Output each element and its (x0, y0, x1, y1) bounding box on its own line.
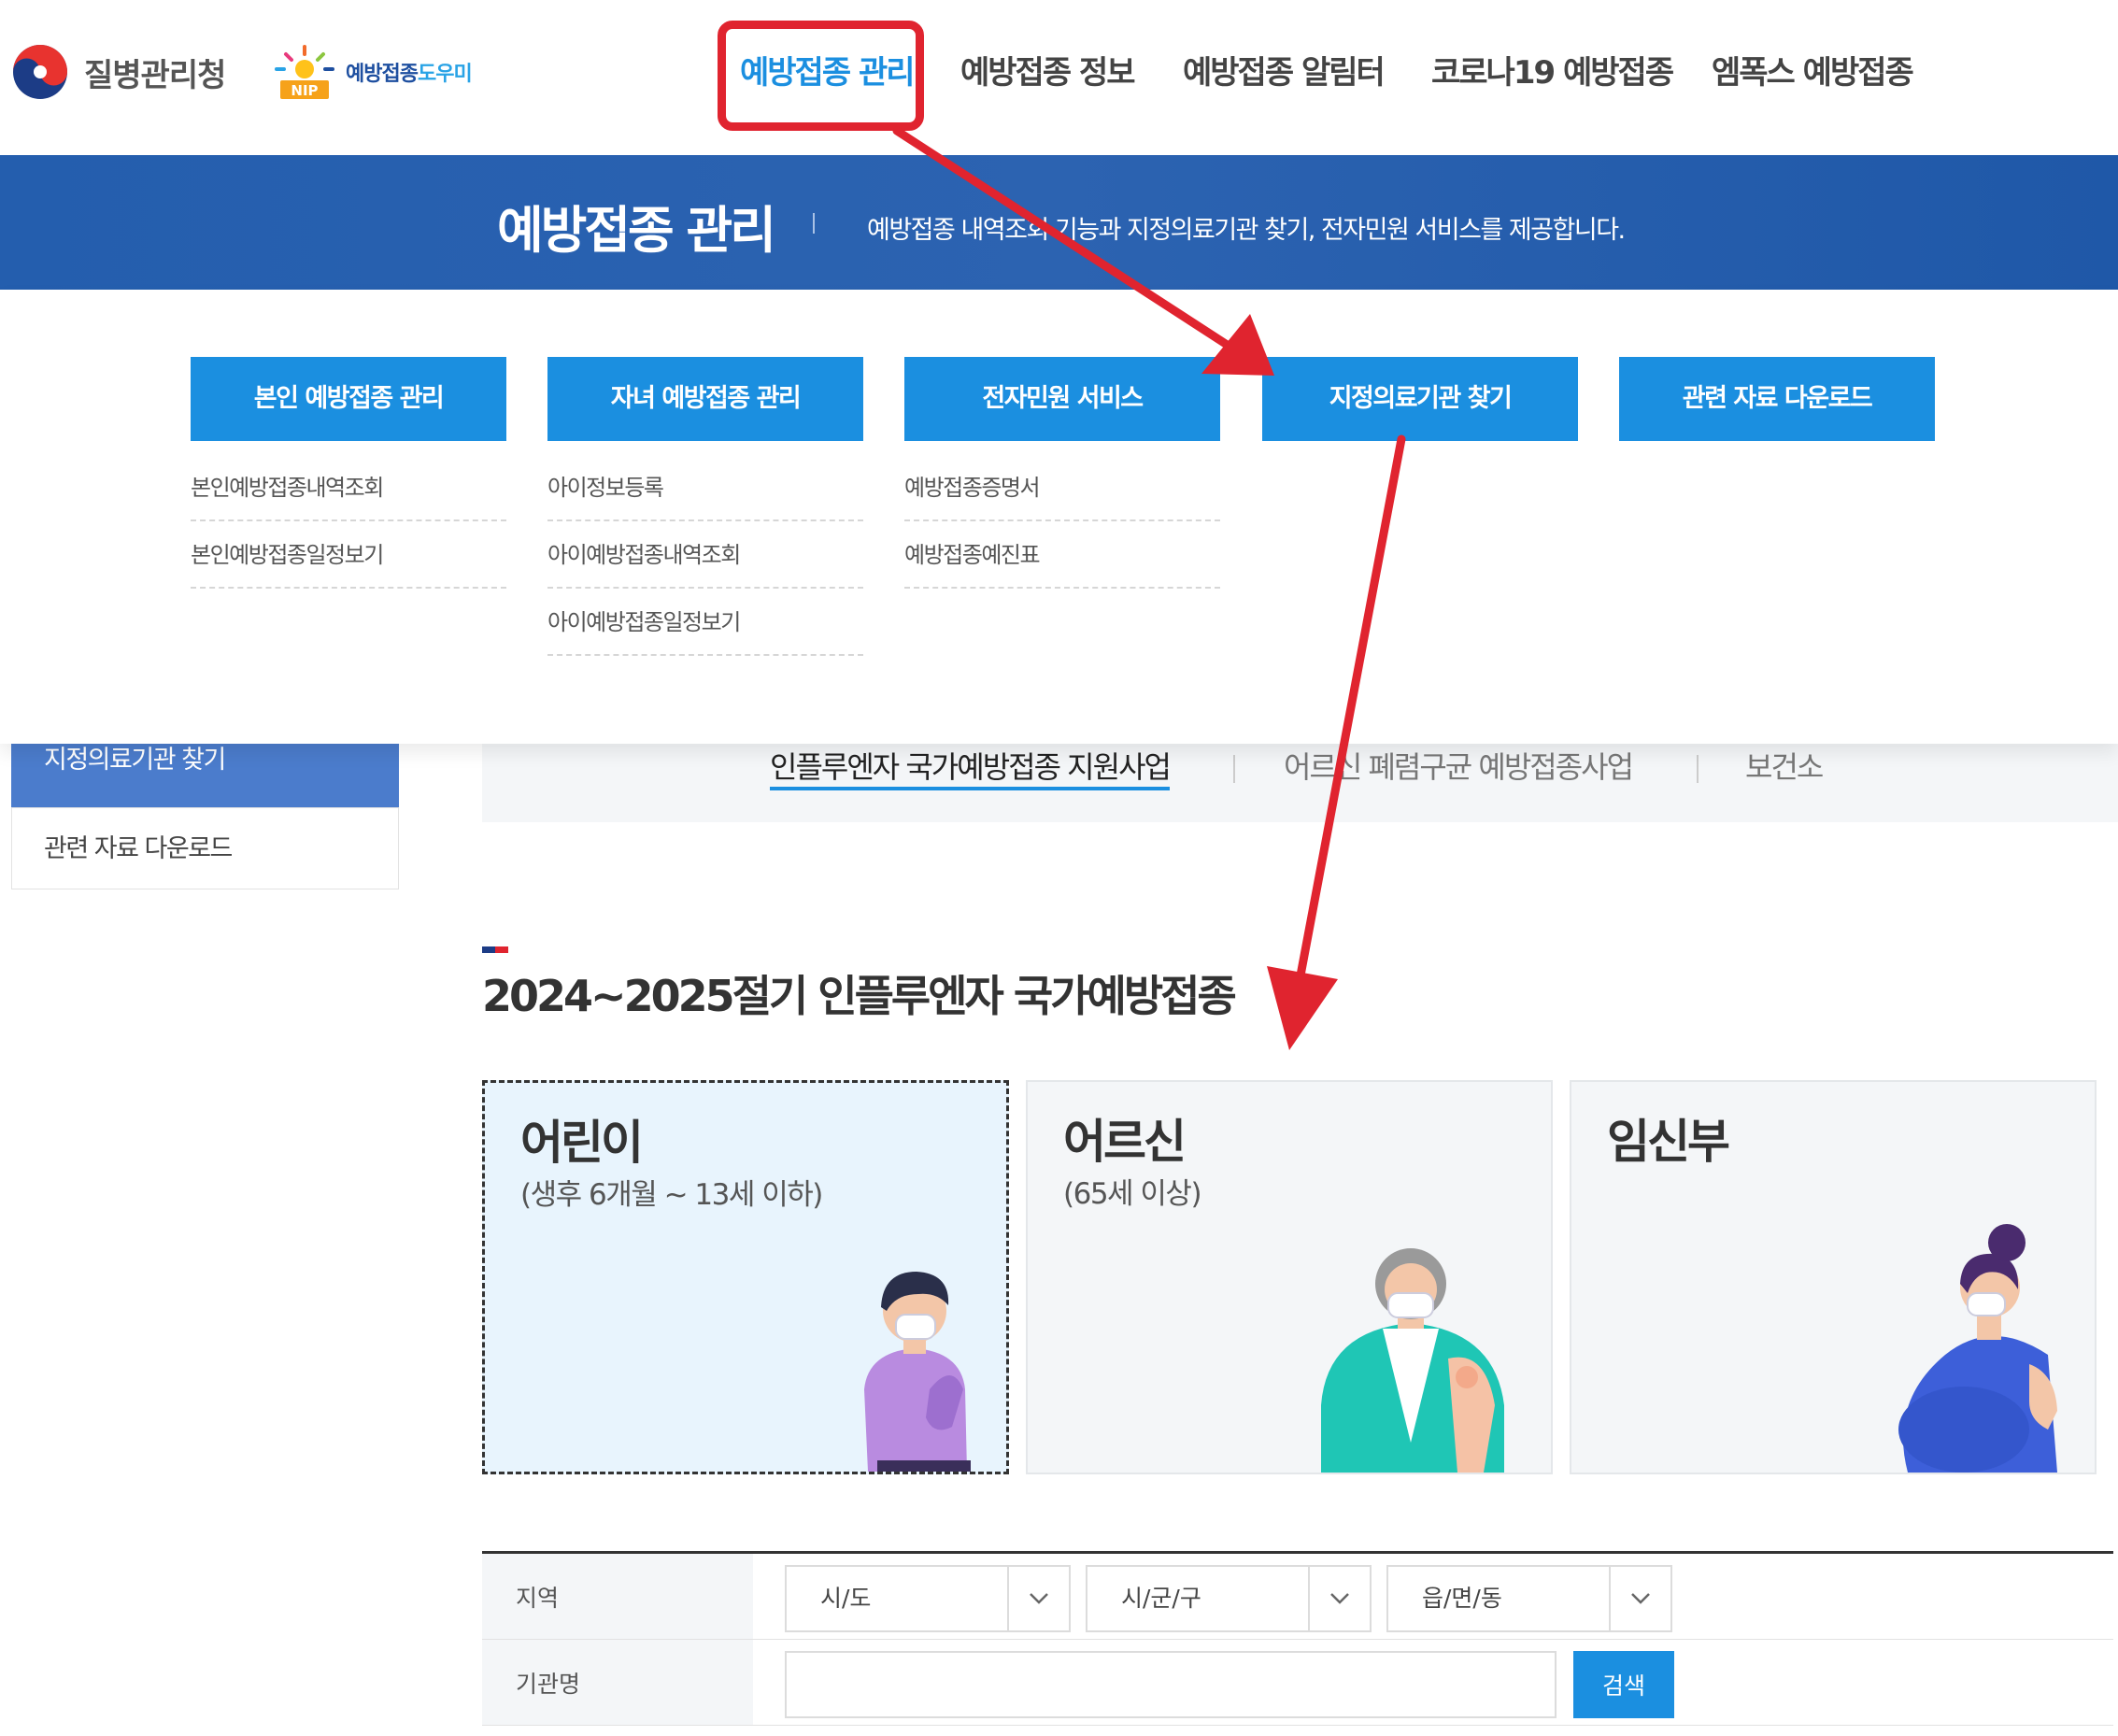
annotation-arrowhead (1267, 966, 1338, 1050)
tab-divider (1233, 755, 1235, 783)
title-decoration (482, 939, 508, 953)
sidebar-item-downloads[interactable]: 관련 자료 다운로드 (11, 807, 399, 889)
sigungu-select-value: 시/군/구 (1121, 1585, 1201, 1612)
menu-group-self: 본인 예방접종 관리 본인예방접종내역조회 본인예방접종일정보기 (191, 357, 506, 589)
sidebar-item-find-clinic[interactable]: 지정의료기관 찾기 (11, 744, 399, 807)
section-title: 2024~2025절기 인플루엔자 국가예방접종 (482, 971, 1237, 1021)
region-label: 지역 (482, 1554, 753, 1639)
annotation-highlight-box (718, 21, 924, 131)
menu-child-vaccination[interactable]: 자녀 예방접종 관리 (547, 357, 863, 441)
search-button[interactable]: 검색 (1573, 1651, 1674, 1718)
chevron-down-icon (1609, 1567, 1670, 1630)
clinic-search-form: 지역 시/도 시/군/구 읍/면/동 기관명 검색 (482, 1551, 2113, 1726)
tab-divider (1697, 755, 1699, 783)
program-tabs: 인플루엔자 국가예방접종 지원사업 어르신 폐렴구균 예방접종사업 보건소 (482, 744, 2118, 822)
menu-find-clinic[interactable]: 지정의료기관 찾기 (1262, 357, 1578, 441)
sido-select-value: 시/도 (820, 1585, 872, 1612)
gnb-vaccination-notice[interactable]: 예방접종 알림터 (1183, 47, 1386, 92)
institution-row: 기관명 검색 (482, 1640, 2113, 1726)
tab-influenza[interactable]: 인플루엔자 국가예방접종 지원사업 (770, 744, 1172, 790)
side-nav: 지정의료기관 찾기 관련 자료 다운로드 (11, 744, 399, 889)
menu-item-self-history[interactable]: 본인예방접종내역조회 (191, 454, 506, 521)
menu-group-find-clinic: 지정의료기관 찾기 (1262, 357, 1578, 441)
card-seniors[interactable]: 어르신 (65세 이상) (1026, 1080, 1553, 1474)
tab-health-center[interactable]: 보건소 (1745, 744, 1824, 787)
menu-item-questionnaire[interactable]: 예방접종예진표 (904, 521, 1220, 589)
tab-pneumococcal[interactable]: 어르신 폐렴구균 예방접종사업 (1284, 744, 1634, 787)
menu-item-child-register[interactable]: 아이정보등록 (547, 454, 863, 521)
card-title: 어린이 (520, 1116, 644, 1170)
pregnant-illustration-icon (1898, 1224, 2057, 1473)
chevron-down-icon (1007, 1567, 1069, 1630)
page-title: 예방접종 관리 (497, 201, 776, 260)
page-banner: 예방접종 관리 예방접종 내역조회 기능과 지정의료기관 찾기, 전자민원 서비… (0, 155, 2118, 290)
menu-self-vaccination[interactable]: 본인 예방접종 관리 (191, 357, 506, 441)
title-divider (813, 213, 815, 234)
child-illustration-icon (864, 1272, 971, 1472)
gnb-covid19[interactable]: 코로나19 예방접종 (1431, 47, 1674, 92)
menu-item-child-schedule[interactable]: 아이예방접종일정보기 (547, 589, 863, 656)
menu-group-downloads: 관련 자료 다운로드 (1619, 357, 1935, 441)
sido-select[interactable]: 시/도 (785, 1565, 1071, 1632)
menu-item-self-schedule[interactable]: 본인예방접종일정보기 (191, 521, 506, 589)
eupmyeondong-select[interactable]: 읍/면/동 (1386, 1565, 1672, 1632)
menu-item-certificate[interactable]: 예방접종증명서 (904, 454, 1220, 521)
card-subtitle: (65세 이상) (1063, 1177, 1202, 1211)
chevron-down-icon (1308, 1567, 1370, 1630)
site-header: 질병관리청 NIP 예방접종도우미 예방접종 관리 예방접종 정보 예방접종 알… (0, 0, 2118, 155)
region-row: 지역 시/도 시/군/구 읍/면/동 (482, 1554, 2113, 1640)
card-title: 임신부 (1607, 1115, 1730, 1169)
menu-group-child: 자녀 예방접종 관리 아이정보등록 아이예방접종내역조회 아이예방접종일정보기 (547, 357, 863, 656)
menu-group-eservice: 전자민원 서비스 예방접종증명서 예방접종예진표 (904, 357, 1220, 589)
page-description: 예방접종 내역조회 기능과 지정의료기관 찾기, 전자민원 서비스를 제공합니다… (867, 216, 1626, 245)
mega-menu: 본인 예방접종 관리 본인예방접종내역조회 본인예방접종일정보기 자녀 예방접종… (0, 290, 2118, 744)
institution-label: 기관명 (482, 1640, 753, 1725)
menu-item-child-history[interactable]: 아이예방접종내역조회 (547, 521, 863, 589)
gnb-mpox[interactable]: 엠폭스 예방접종 (1712, 47, 1914, 92)
senior-illustration-icon (1321, 1248, 1504, 1473)
sigungu-select[interactable]: 시/군/구 (1086, 1565, 1372, 1632)
gnb-vaccination-info[interactable]: 예방접종 정보 (960, 47, 1136, 92)
menu-downloads[interactable]: 관련 자료 다운로드 (1619, 357, 1935, 441)
card-subtitle: (생후 6개월 ~ 13세 이하) (520, 1178, 823, 1212)
card-pregnant[interactable]: 임신부 (1570, 1080, 2097, 1474)
eupmyeondong-select-value: 읍/면/동 (1422, 1585, 1502, 1612)
global-nav: 예방접종 관리 예방접종 정보 예방접종 알림터 코로나19 예방접종 엠폭스 … (0, 47, 2118, 103)
card-children[interactable]: 어린이 (생후 6개월 ~ 13세 이하) (482, 1080, 1009, 1474)
card-title: 어르신 (1063, 1115, 1187, 1169)
menu-eservice[interactable]: 전자민원 서비스 (904, 357, 1220, 441)
institution-name-input[interactable] (785, 1651, 1557, 1718)
